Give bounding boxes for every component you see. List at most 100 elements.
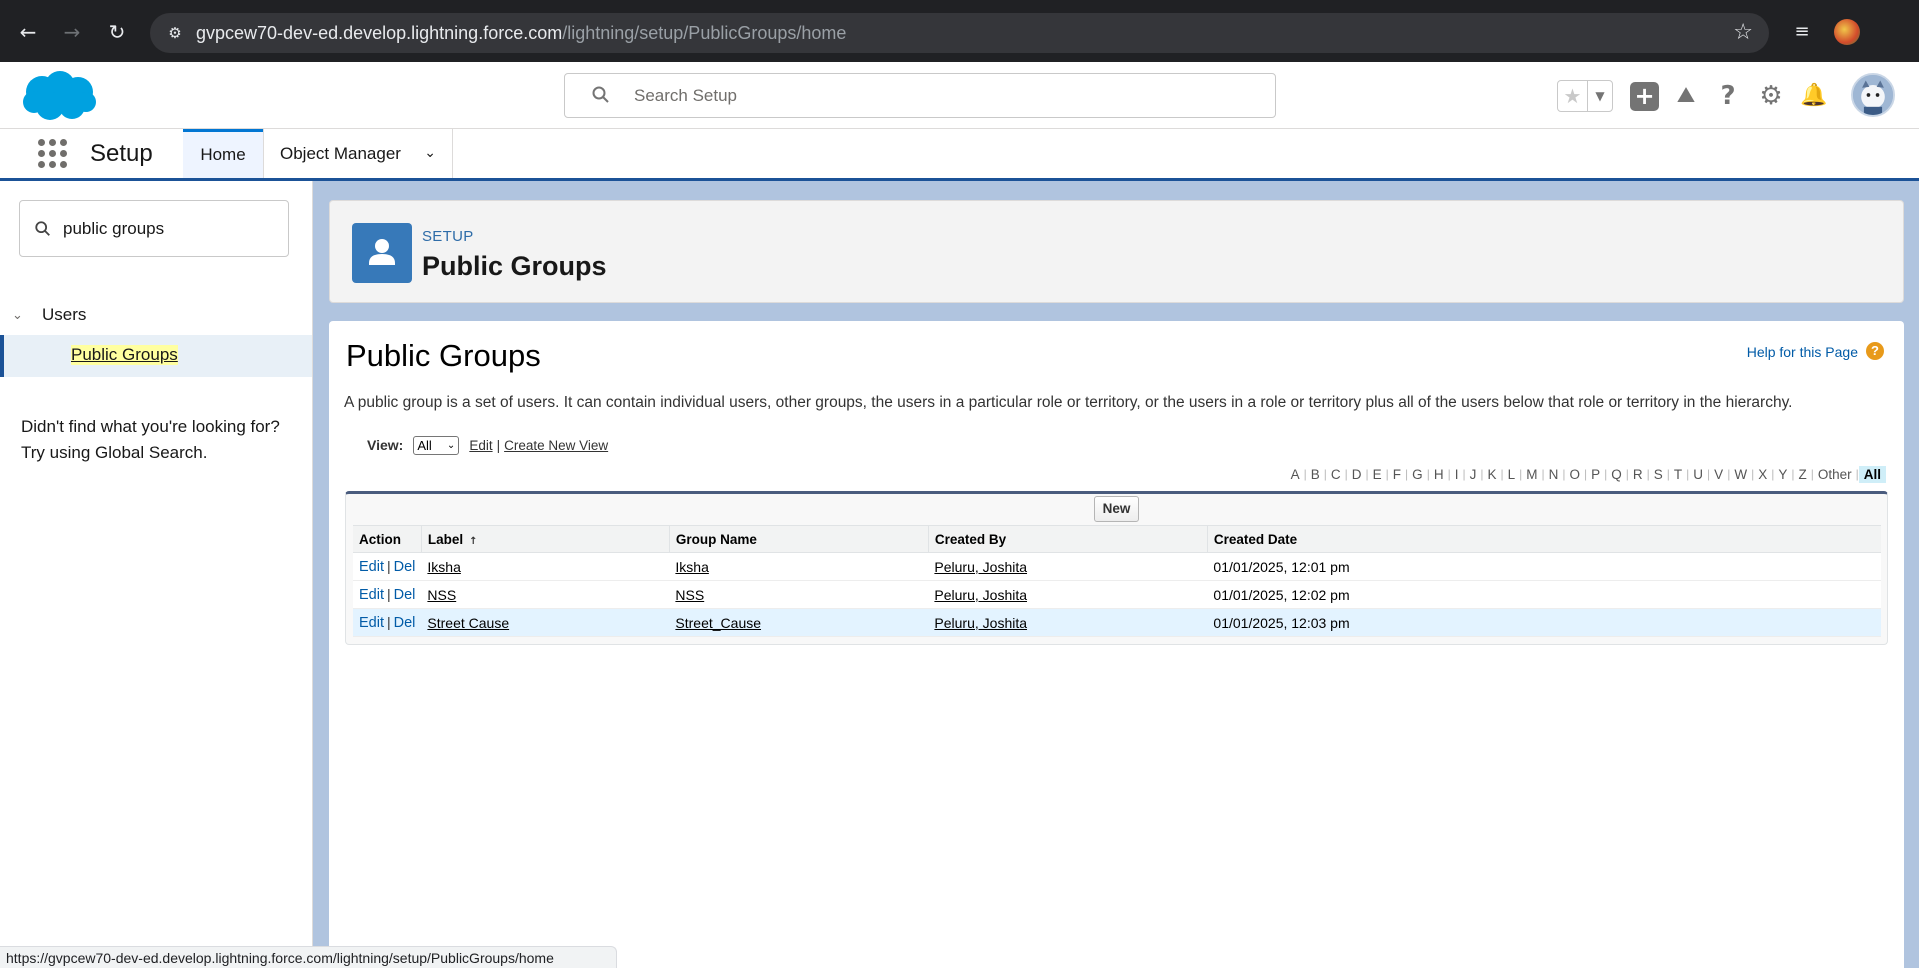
profile-icon[interactable] — [1834, 19, 1860, 45]
bookmark-star-icon[interactable]: ☆ — [1733, 20, 1753, 45]
salesforce-cloud-logo[interactable] — [20, 68, 98, 124]
reload-icon[interactable]: ↻ — [103, 18, 131, 46]
alpha-filter-t[interactable]: T — [1670, 467, 1686, 482]
alpha-filter-all[interactable]: All — [1858, 465, 1886, 483]
alpha-filter-v[interactable]: V — [1710, 467, 1727, 482]
column-header-group-name[interactable]: Group Name — [668, 525, 929, 553]
alpha-filter-n[interactable]: N — [1545, 467, 1563, 482]
row-delete-link[interactable]: Del — [394, 615, 416, 631]
alpha-filter-u[interactable]: U — [1689, 467, 1707, 482]
table-row: Edit | Del NSS NSS Peluru, Joshita 01/01/2025,… — [353, 580, 1881, 609]
create-new-view-link[interactable]: Create New View — [504, 438, 608, 453]
media-control-icon[interactable]: ≡ — [1788, 18, 1816, 46]
created-date-cell: 01/01/2025, 12:01 pm — [1207, 552, 1881, 581]
created-by-cell: Peluru, Joshita — [928, 552, 1208, 581]
alpha-filter-l[interactable]: L — [1504, 467, 1520, 482]
app-name: Setup — [90, 140, 153, 167]
tree-node-users[interactable]: ⌄ Users — [12, 303, 86, 327]
alpha-filter-y[interactable]: Y — [1774, 467, 1791, 482]
alpha-filter-c[interactable]: C — [1327, 467, 1345, 482]
setup-gear-icon[interactable]: ⚙ — [1755, 80, 1787, 112]
alpha-filter-j[interactable]: J — [1466, 467, 1481, 482]
alpha-filter-z[interactable]: Z — [1794, 467, 1810, 482]
created-by-link[interactable]: Peluru, Joshita — [934, 559, 1027, 575]
alpha-filter-b[interactable]: B — [1307, 467, 1324, 482]
notifications-bell-icon[interactable]: 🔔 — [1798, 80, 1830, 112]
group-name-link[interactable]: NSS — [675, 587, 704, 603]
label-cell: Street Cause — [421, 608, 670, 637]
alpha-filter-x[interactable]: X — [1754, 467, 1771, 482]
row-delete-link[interactable]: Del — [394, 587, 416, 603]
group-name-link[interactable]: Iksha — [675, 559, 708, 575]
alpha-filter-d[interactable]: D — [1348, 467, 1366, 482]
alpha-filter-e[interactable]: E — [1369, 467, 1386, 482]
alpha-filter-q[interactable]: Q — [1607, 467, 1626, 482]
forward-arrow-icon[interactable]: → — [58, 18, 86, 46]
tab-home[interactable]: Home — [183, 129, 263, 178]
chevron-down-icon[interactable]: ⌄ — [12, 308, 28, 323]
quick-find-input[interactable]: public groups — [19, 200, 289, 257]
created-date-cell: 01/01/2025, 12:03 pm — [1207, 608, 1881, 637]
alpha-filter-i[interactable]: I — [1451, 467, 1463, 482]
site-info-icon[interactable]: ⚙ — [164, 22, 186, 44]
alpha-filter-k[interactable]: K — [1483, 467, 1500, 482]
group-label-link[interactable]: NSS — [427, 587, 456, 603]
favorites-star-icon[interactable]: ★ — [1558, 81, 1588, 111]
page-description: A public group is a set of users. It can… — [344, 394, 1793, 411]
alpha-filter-other[interactable]: Other — [1814, 467, 1856, 482]
user-avatar[interactable] — [1851, 73, 1895, 117]
row-edit-link[interactable]: Edit — [359, 615, 384, 631]
alpha-filter-g[interactable]: G — [1408, 467, 1427, 482]
help-icon[interactable]: ? — [1712, 80, 1744, 112]
column-header-created-by[interactable]: Created By — [927, 525, 1208, 553]
new-button[interactable]: New — [1094, 496, 1139, 522]
group-label-link[interactable]: Iksha — [427, 559, 460, 575]
help-for-page-link[interactable]: Help for this Page — [1747, 344, 1858, 360]
favorites-button-group: ★ ▼ — [1557, 80, 1613, 112]
row-edit-link[interactable]: Edit — [359, 587, 384, 603]
edit-view-link[interactable]: Edit — [469, 438, 492, 453]
content-panel: Public Groups Help for this Page ? A pub… — [329, 321, 1904, 968]
alpha-filter-o[interactable]: O — [1565, 467, 1584, 482]
group-label-link[interactable]: Street Cause — [427, 615, 509, 631]
column-header-created-date[interactable]: Created Date — [1206, 525, 1881, 553]
alpha-filter-w[interactable]: W — [1730, 467, 1751, 482]
alpha-filter-m[interactable]: M — [1522, 467, 1541, 482]
row-delete-link[interactable]: Del — [394, 559, 416, 575]
trailhead-icon[interactable]: ⛰ — [1670, 80, 1702, 112]
page-header: SETUP Public Groups — [329, 200, 1904, 303]
alpha-filter: A | B | C | D | E | F | G | H | I | J | K | L | M | N | O | P | Q | R | S | T |… — [1287, 465, 1886, 483]
url-text[interactable]: gvpcew70-dev-ed.develop.lightning.force.… — [196, 23, 846, 44]
list-panel: New Action Label ↑ Group Name Created By … — [345, 491, 1888, 645]
tab-object-manager-label: Object Manager — [280, 144, 401, 163]
group-name-link[interactable]: Street_Cause — [675, 615, 761, 631]
global-actions-add-icon[interactable]: + — [1630, 82, 1659, 111]
column-header-label[interactable]: Label ↑ — [420, 525, 670, 553]
search-icon — [35, 221, 50, 236]
alpha-filter-p[interactable]: P — [1587, 467, 1604, 482]
global-search-input[interactable]: Search Setup — [564, 73, 1276, 118]
favorites-dropdown-icon[interactable]: ▼ — [1588, 81, 1612, 111]
back-arrow-icon[interactable]: ← — [14, 18, 42, 46]
created-by-link[interactable]: Peluru, Joshita — [934, 587, 1027, 603]
alpha-filter-f[interactable]: F — [1389, 467, 1405, 482]
app-launcher-icon[interactable] — [38, 139, 68, 169]
tab-object-manager[interactable]: Object Manager ⌄ — [263, 129, 453, 178]
chevron-down-icon[interactable]: ⌄ — [424, 129, 436, 178]
not-found-line2: Try using Global Search. — [21, 443, 208, 462]
content-title: Public Groups — [346, 338, 541, 373]
alpha-filter-h[interactable]: H — [1430, 467, 1448, 482]
not-found-hint: Didn't find what you're looking for? Try… — [21, 414, 301, 466]
created-by-link[interactable]: Peluru, Joshita — [934, 615, 1027, 631]
row-edit-link[interactable]: Edit — [359, 559, 384, 575]
alpha-filter-a[interactable]: A — [1287, 467, 1304, 482]
quick-find-value: public groups — [63, 219, 165, 238]
view-select[interactable]: All ⌄ — [413, 435, 460, 455]
alpha-filter-s[interactable]: S — [1650, 467, 1667, 482]
tree-item-public-groups-label[interactable]: Public Groups — [71, 345, 178, 365]
action-cell: Edit | Del — [353, 552, 422, 581]
address-bar[interactable]: ⚙ gvpcew70-dev-ed.develop.lightning.forc… — [150, 13, 1769, 53]
help-circle-icon[interactable]: ? — [1866, 342, 1884, 360]
alpha-filter-r[interactable]: R — [1629, 467, 1647, 482]
tree-item-public-groups[interactable]: Public Groups — [0, 335, 312, 377]
